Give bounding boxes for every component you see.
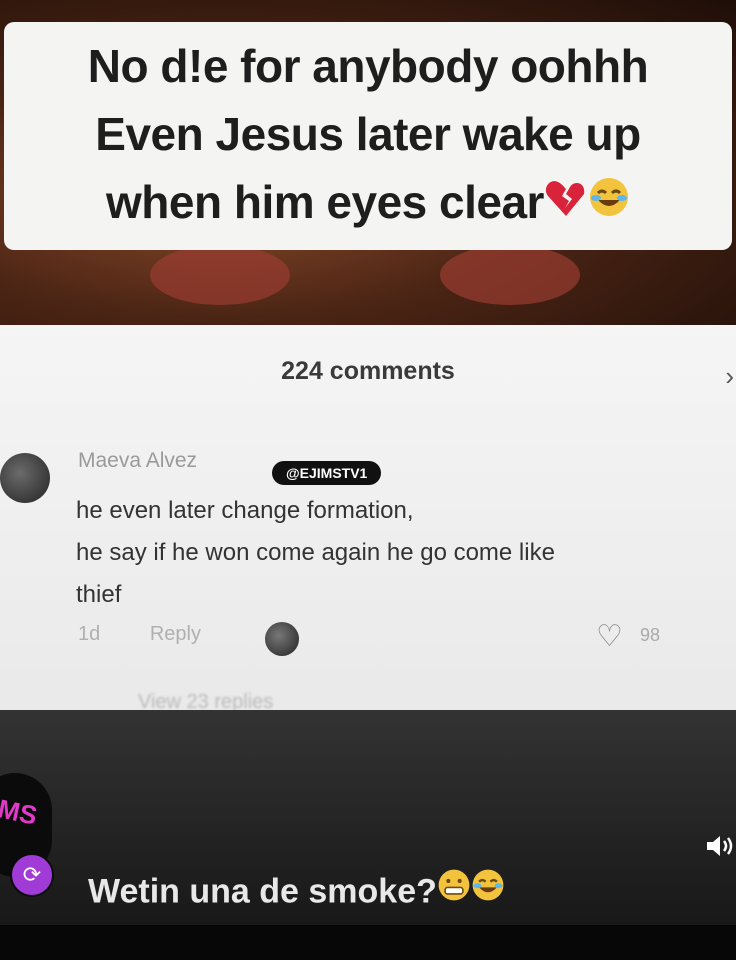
volume-icon[interactable] <box>704 830 736 862</box>
meme-photo: No d!e for anybody oohhh Even Jesus late… <box>0 0 736 325</box>
grimace-emoji-icon <box>437 868 471 911</box>
channel-watermark: @EJIMSTV1 <box>272 461 382 485</box>
comment-text-line-1: he even later change formation, <box>76 497 414 524</box>
bottom-bar <box>0 925 736 960</box>
laughing-emoji-icon <box>588 168 630 236</box>
comment-text-line-2: he say if he won come again he go come l… <box>76 539 555 566</box>
comment-meta: 1d Reply <box>78 623 245 646</box>
broken-heart-emoji-icon <box>544 168 588 236</box>
caption-line-1: No d!e for anybody oohhh <box>87 40 649 93</box>
commenter-avatar[interactable] <box>0 453 50 503</box>
heart-icon[interactable]: ♡ <box>596 619 623 654</box>
reply-button[interactable]: Reply <box>150 623 201 645</box>
caption-line-3-text: when him eyes clear <box>106 176 544 229</box>
comment-text: he even later change formation, he say i… <box>76 490 736 616</box>
post-caption: Wetin una de smoke? <box>88 869 505 915</box>
caption-line-2: Even Jesus later wake up <box>95 108 641 161</box>
video-overlay <box>0 710 736 960</box>
comment-text-line-3: thief <box>76 581 122 608</box>
caption-line-3: when him eyes clear <box>106 168 630 240</box>
like-count: 98 <box>640 625 661 645</box>
laughing-emoji-icon-2 <box>471 868 505 911</box>
comments-panel: 224 comments › Maeva Alvez @EJIMSTV1 he … <box>0 325 736 720</box>
chevron-right-icon[interactable]: › <box>725 361 734 392</box>
post-caption-text: Wetin una de smoke? <box>88 872 437 911</box>
comment-author[interactable]: Maeva Alvez <box>78 449 197 473</box>
comments-count: 224 comments <box>281 357 455 385</box>
channel-logo-text: MS <box>0 793 40 831</box>
reaction-avatar <box>265 622 299 656</box>
comment-time: 1d <box>78 623 101 645</box>
meme-caption-box: No d!e for anybody oohhh Even Jesus late… <box>4 22 732 250</box>
repost-icon[interactable]: ⟳ <box>10 853 54 897</box>
